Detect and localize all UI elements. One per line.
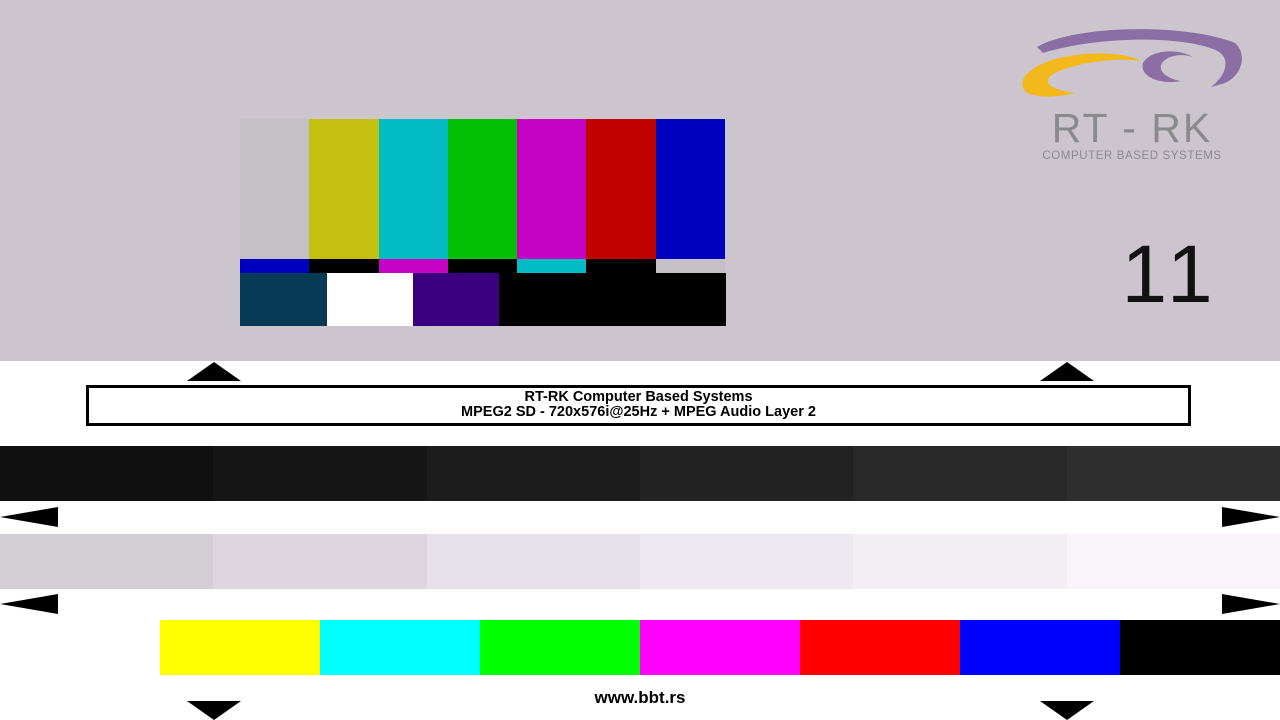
smpte-bottom-bar xyxy=(413,273,500,326)
arrow-right-icon xyxy=(1222,507,1280,527)
website-url: www.bbt.rs xyxy=(594,688,686,707)
rt-rk-logo: RT - RK COMPUTER BASED SYSTEMS xyxy=(1015,25,1250,170)
logo-swoosh-icon xyxy=(1022,29,1242,97)
smpte-bottom-bar xyxy=(327,273,414,326)
smpte-mid-bar xyxy=(655,259,726,273)
smpte-top-bar xyxy=(309,119,380,259)
info-box: RT-RK Computer Based Systems MPEG2 SD - … xyxy=(86,385,1191,426)
gray-step xyxy=(1066,534,1280,589)
smpte-bottom-bar xyxy=(575,273,652,326)
info-line-2: MPEG2 SD - 720x576i@25Hz + MPEG Audio La… xyxy=(461,404,816,420)
smpte-top-bar xyxy=(586,119,657,259)
color-bar xyxy=(960,620,1120,675)
smpte-mid-bar xyxy=(447,259,518,273)
color-bar xyxy=(640,620,800,675)
gray-step xyxy=(426,534,640,589)
gray-step xyxy=(853,446,1067,501)
smpte-mid-bar xyxy=(378,259,449,273)
color-bar xyxy=(160,620,320,675)
smpte-top-bar xyxy=(517,119,587,259)
logo-tagline: COMPUTER BASED SYSTEMS xyxy=(1042,150,1222,162)
arrow-up-left-icon xyxy=(187,362,241,381)
smpte-mid-bar xyxy=(517,259,587,273)
gray-step xyxy=(213,534,427,589)
smpte-mid-bar xyxy=(309,259,380,273)
smpte-bottom-bar xyxy=(499,273,576,326)
gray-step xyxy=(0,534,214,589)
gray-step xyxy=(0,446,214,501)
gray-step xyxy=(639,534,854,589)
arrow-right-icon xyxy=(1222,594,1280,614)
smpte-mid-bar xyxy=(586,259,657,273)
arrow-up-right-icon xyxy=(1040,362,1094,381)
gray-scale-light-strip xyxy=(0,534,1280,589)
smpte-top-bar xyxy=(655,119,726,259)
arrow-left-icon xyxy=(0,507,58,527)
color-bar xyxy=(1120,620,1280,675)
gray-step xyxy=(213,446,427,501)
color-bar xyxy=(800,620,960,675)
arrow-left-icon xyxy=(0,594,58,614)
gray-scale-dark-strip xyxy=(0,446,1280,501)
color-bar xyxy=(320,620,480,675)
bottom-color-bars xyxy=(160,620,1280,675)
smpte-color-bars xyxy=(240,119,726,326)
gray-step xyxy=(426,446,640,501)
smpte-top-bar xyxy=(378,119,449,259)
channel-number: 11 xyxy=(1121,229,1219,320)
gray-step xyxy=(853,534,1067,589)
smpte-top-bar xyxy=(240,119,310,259)
color-bar xyxy=(480,620,640,675)
gray-step xyxy=(639,446,854,501)
logo-name: RT - RK xyxy=(1051,105,1213,151)
gray-step xyxy=(1066,446,1280,501)
smpte-bottom-bar xyxy=(651,273,726,326)
smpte-mid-bar xyxy=(240,259,310,273)
smpte-top-bar xyxy=(447,119,518,259)
info-line-1: RT-RK Computer Based Systems xyxy=(524,389,753,405)
smpte-bottom-bar xyxy=(240,273,328,326)
